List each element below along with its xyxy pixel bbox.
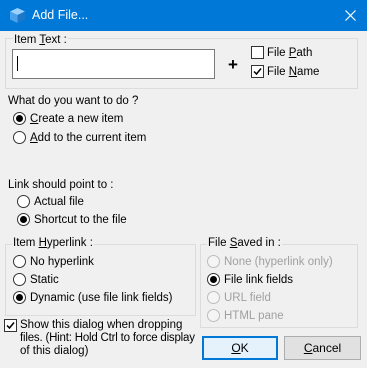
no-hyperlink-radio[interactable]	[13, 255, 26, 268]
cube-icon	[9, 7, 26, 24]
actual-file-radio[interactable]	[17, 195, 30, 208]
text-caret	[17, 56, 18, 71]
check-icon	[6, 322, 15, 330]
show-dialog-checkbox[interactable]	[4, 319, 17, 332]
file-saved-in-title: File Saved in :	[207, 236, 282, 250]
saved-html-label[interactable]: HTML pane	[224, 309, 284, 323]
saved-link-fields-radio[interactable]	[207, 273, 220, 286]
item-text-label: Item Text :	[13, 33, 68, 47]
ok-button[interactable]: OK	[202, 336, 278, 360]
file-path-label[interactable]: File Path	[267, 46, 312, 60]
saved-url-radio[interactable]	[207, 291, 220, 304]
add-current-radio[interactable]	[13, 131, 26, 144]
title-bar[interactable]: Add File...	[0, 0, 367, 31]
cancel-button[interactable]: Cancel	[284, 336, 361, 360]
plus-sign: +	[228, 55, 238, 74]
no-hyperlink-label[interactable]: No hyperlink	[30, 255, 94, 269]
item-hyperlink-title: Item Hyperlink :	[12, 236, 94, 250]
close-icon	[345, 10, 356, 21]
action-question: What do you want to do ?	[8, 95, 139, 107]
saved-none-label[interactable]: None (hyperlink only)	[224, 255, 333, 269]
static-label[interactable]: Static	[30, 273, 59, 287]
add-current-label[interactable]: Add to the current item	[30, 131, 146, 145]
create-item-radio[interactable]	[13, 112, 26, 125]
shortcut-label[interactable]: Shortcut to the file	[34, 213, 127, 227]
file-path-checkbox[interactable]	[251, 46, 264, 59]
check-icon	[253, 68, 262, 76]
show-dialog-label[interactable]: Show this dialog when dropping files. (H…	[20, 319, 205, 358]
link-title: Link should point to :	[8, 179, 114, 191]
actual-file-label[interactable]: Actual file	[34, 195, 84, 209]
dynamic-label[interactable]: Dynamic (use file link fields)	[30, 291, 173, 305]
saved-none-radio[interactable]	[207, 255, 220, 268]
create-item-label[interactable]: Create a new item	[30, 112, 123, 126]
window-title: Add File...	[32, 8, 89, 22]
saved-html-radio[interactable]	[207, 309, 220, 322]
item-text-input[interactable]	[12, 49, 215, 79]
file-name-label[interactable]: File Name	[267, 65, 319, 79]
dialog-body: Item Text : + File Path File Name What d…	[1, 31, 366, 367]
saved-url-label[interactable]: URL field	[224, 291, 271, 305]
dynamic-radio[interactable]	[13, 291, 26, 304]
shortcut-radio[interactable]	[17, 213, 30, 226]
saved-link-fields-label[interactable]: File link fields	[224, 273, 293, 287]
close-button[interactable]	[334, 0, 367, 31]
static-radio[interactable]	[13, 273, 26, 286]
file-name-checkbox[interactable]	[251, 65, 264, 78]
